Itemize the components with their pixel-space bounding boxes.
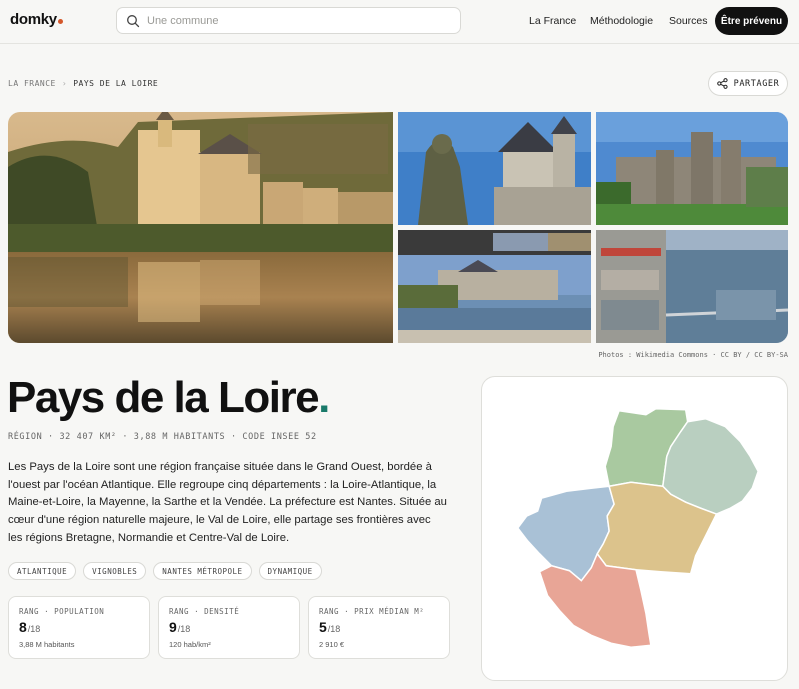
nav-la-france[interactable]: La France [529, 15, 576, 27]
tag-list: ATLANTIQUE VIGNOBLES NANTES MÉTROPOLE DY… [8, 562, 322, 580]
notify-button[interactable]: Être prévenu [715, 7, 788, 35]
title-accent-dot: . [318, 373, 330, 422]
photo-loire-town[interactable] [398, 230, 591, 343]
breadcrumb-la-france[interactable]: LA FRANCE [8, 79, 56, 88]
stat-label: RANG · DENSITÉ [169, 607, 240, 616]
nav-methodologie[interactable]: Méthodologie [590, 15, 653, 27]
stat-rank: 8/18 [19, 619, 40, 635]
region-meta: RÉGION · 32 407 KM² · 3,88 M HABITANTS ·… [8, 432, 317, 442]
photo-gallery [8, 112, 788, 343]
tag-dynamique[interactable]: DYNAMIQUE [258, 562, 322, 580]
stat-rank-total: /18 [177, 624, 191, 634]
tag-atlantique[interactable]: ATLANTIQUE [8, 562, 77, 580]
tag-nantes-metropole[interactable]: NANTES MÉTROPOLE [153, 562, 252, 580]
photo-nantes-chateau[interactable] [398, 112, 591, 225]
stat-rank: 9/18 [169, 619, 190, 635]
region-map [481, 376, 788, 681]
stat-detail: 120 hab/km² [169, 640, 211, 649]
photo-chateau-loire[interactable] [8, 112, 393, 343]
stat-rank-value: 9 [169, 619, 177, 635]
search-box[interactable] [116, 7, 461, 34]
stat-rank-total: /18 [27, 624, 41, 634]
logo-dot [57, 19, 63, 24]
stat-rank-value: 8 [19, 619, 27, 635]
page-title-text: Pays de la Loire [7, 373, 320, 422]
share-button[interactable]: PARTAGER [708, 71, 788, 96]
stat-label: RANG · PRIX MÉDIAN M² [319, 607, 425, 616]
search-icon [127, 15, 140, 28]
tag-vignobles[interactable]: VIGNOBLES [83, 562, 147, 580]
share-label: PARTAGER [733, 78, 780, 89]
page-title: Pays de la Loire. [7, 373, 330, 423]
breadcrumb-separator: › [61, 79, 68, 88]
stat-rank: 5/18 [319, 619, 340, 635]
breadcrumb-current: PAYS DE LA LOIRE [73, 79, 159, 88]
photo-saint-nazaire[interactable] [596, 230, 788, 343]
stat-card-population: RANG · POPULATION 8/18 3,88 M habitants [8, 596, 150, 659]
top-bar: domky La France Méthodologie Sources Êtr… [0, 0, 799, 44]
stat-detail: 3,88 M habitants [19, 640, 75, 649]
photo-angers-fortress[interactable] [596, 112, 788, 225]
stat-rank-value: 5 [319, 619, 327, 635]
logo-text: domky [10, 11, 57, 28]
region-description: Les Pays de la Loire sont une région fra… [8, 461, 447, 544]
logo[interactable]: domky [10, 11, 63, 28]
stat-card-densite: RANG · DENSITÉ 9/18 120 hab/km² [158, 596, 300, 659]
share-icon [716, 78, 728, 89]
breadcrumb: LA FRANCE › PAYS DE LA LOIRE [8, 79, 158, 88]
stat-rank-total: /18 [327, 624, 341, 634]
nav-sources[interactable]: Sources [669, 15, 708, 27]
stat-label: RANG · POPULATION [19, 607, 105, 616]
search-input[interactable] [147, 8, 447, 33]
photo-credit: Photos : Wikimedia Commons · CC BY / CC … [598, 351, 788, 359]
stat-card-prix: RANG · PRIX MÉDIAN M² 5/18 2 910 € [308, 596, 450, 659]
stat-detail: 2 910 € [319, 640, 345, 649]
